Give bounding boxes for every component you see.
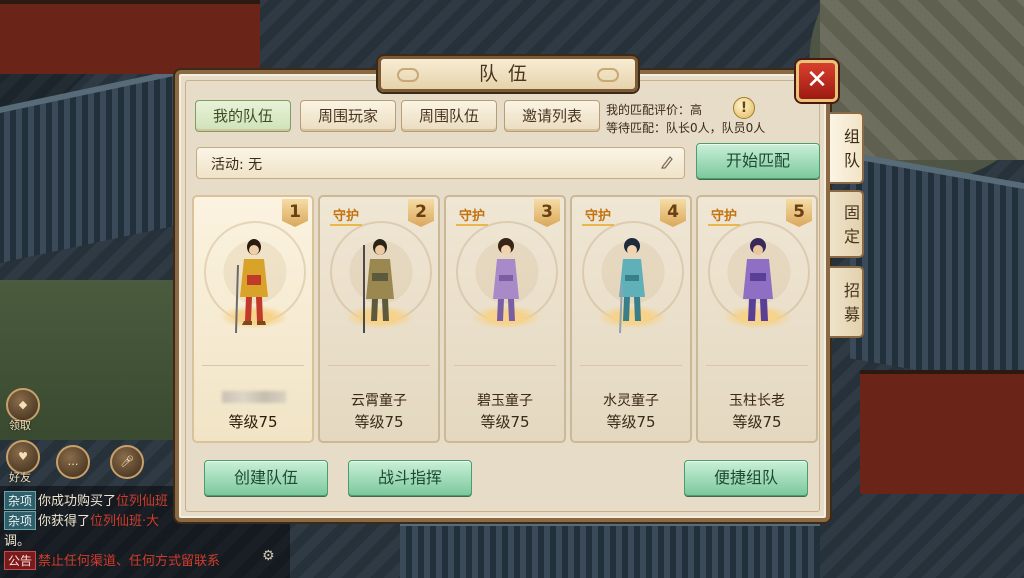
character-portrait bbox=[743, 238, 773, 321]
member-card-5[interactable]: 守护 5 玉柱长老 等级75 bbox=[696, 195, 818, 443]
tab-nearby-teams[interactable]: 周围队伍 bbox=[401, 100, 497, 132]
member-level: 等级75 bbox=[480, 413, 530, 431]
hidden-player-name bbox=[222, 391, 286, 403]
member-level: 等级75 bbox=[228, 413, 278, 431]
slot-number: 2 bbox=[408, 199, 434, 227]
member-level: 等级75 bbox=[354, 413, 404, 431]
create-team-button[interactable]: 创建队伍 bbox=[204, 460, 328, 496]
chat-notice-text: 禁止任何渠道、任何方式留联系 bbox=[38, 554, 221, 569]
quick-team-button[interactable]: 便捷组队 bbox=[684, 460, 808, 496]
chat-text: 调。 bbox=[4, 534, 31, 549]
chat-tag: 杂项 bbox=[4, 511, 37, 530]
slot-number: 3 bbox=[534, 199, 560, 227]
settings-gear-icon[interactable]: ⚙ bbox=[262, 548, 275, 564]
card-divider bbox=[580, 365, 682, 366]
character-portrait bbox=[363, 239, 394, 333]
pencil-icon[interactable] bbox=[660, 155, 674, 169]
chat-line: 杂项 你获得了位列仙班·大 bbox=[4, 510, 159, 530]
chat-item-link[interactable]: 位列仙班·大 bbox=[90, 514, 159, 529]
chat-tag-notice: 公告 bbox=[4, 551, 37, 570]
slot-number: 1 bbox=[282, 199, 308, 227]
start-match-button[interactable]: 开始匹配 bbox=[696, 143, 820, 179]
character-portrait bbox=[619, 238, 645, 334]
character-portrait bbox=[235, 239, 268, 334]
chat-tag: 杂项 bbox=[4, 491, 37, 510]
dialog-title-text: 队伍 bbox=[478, 63, 537, 85]
dialog-title: 队伍 bbox=[378, 56, 638, 92]
character-portrait bbox=[493, 238, 519, 321]
guardian-badge: 守护 bbox=[708, 205, 741, 226]
member-name: 玉柱长老 bbox=[729, 393, 785, 409]
chat-line: 公告 禁止任何渠道、任何方式留联系 bbox=[4, 550, 220, 570]
friend-label: 好友 bbox=[9, 471, 31, 484]
close-button[interactable]: ✕ bbox=[796, 60, 838, 102]
member-card-3[interactable]: 守护 3 碧玉童子 等级75 bbox=[444, 195, 566, 443]
chat-text: 你获得了 bbox=[38, 514, 91, 529]
slot-number: 4 bbox=[660, 199, 686, 227]
card-divider bbox=[328, 365, 430, 366]
card-divider bbox=[202, 365, 304, 366]
guardian-badge: 守护 bbox=[456, 205, 489, 226]
member-name: 碧玉童子 bbox=[477, 393, 533, 409]
tab-nearby-players[interactable]: 周围玩家 bbox=[300, 100, 396, 132]
card-divider bbox=[706, 365, 808, 366]
guardian-badge: 守护 bbox=[330, 205, 363, 226]
claim-label: 领取 bbox=[9, 419, 31, 432]
match-waiting: 等待匹配：队长0人，队员0人 bbox=[606, 121, 766, 135]
member-name: 云霄童子 bbox=[351, 393, 407, 409]
member-card-2[interactable]: 守护 2 云霄童子 等级75 bbox=[318, 195, 440, 443]
side-tab-fixed[interactable]: 固定 bbox=[830, 190, 864, 258]
roof-bottom bbox=[400, 520, 820, 578]
member-name: 水灵童子 bbox=[603, 393, 659, 409]
card-divider bbox=[454, 365, 556, 366]
chat-line: 调。 bbox=[4, 530, 30, 549]
guardian-badge: 守护 bbox=[582, 205, 615, 226]
building-right bbox=[860, 370, 1024, 494]
tab-invite-list[interactable]: 邀请列表 bbox=[504, 100, 600, 132]
activity-label: 活动: 无 bbox=[211, 157, 263, 173]
match-rating: 我的匹配评价：高 bbox=[606, 103, 703, 117]
roof-right bbox=[850, 152, 1024, 394]
chat-text: 你成功购买了 bbox=[38, 494, 117, 509]
chat-line: 杂项 你成功购买了位列仙班 bbox=[4, 490, 168, 510]
activity-field[interactable]: 活动: 无 bbox=[196, 147, 685, 179]
member-level: 等级75 bbox=[606, 413, 656, 431]
building-top-left bbox=[0, 0, 260, 74]
microphone-icon[interactable]: 🎤︎ bbox=[110, 445, 144, 479]
chat-bubble-icon[interactable]: … bbox=[56, 445, 90, 479]
side-tab-team[interactable]: 组队 bbox=[830, 112, 864, 184]
member-card-4[interactable]: 守护 4 水灵童子 等级75 bbox=[570, 195, 692, 443]
tab-my-team[interactable]: 我的队伍 bbox=[195, 100, 291, 132]
roof-left bbox=[0, 68, 180, 268]
member-level: 等级75 bbox=[732, 413, 782, 431]
slot-number: 5 bbox=[786, 199, 812, 227]
battle-command-button[interactable]: 战斗指挥 bbox=[348, 460, 472, 496]
cloud-ornament-icon bbox=[397, 68, 419, 82]
member-card-1[interactable]: 1 等级75 bbox=[192, 195, 314, 443]
warning-icon[interactable]: ! bbox=[733, 97, 755, 119]
side-tab-recruit[interactable]: 招募 bbox=[830, 266, 864, 338]
cloud-ornament-icon bbox=[597, 68, 619, 82]
chat-item-link[interactable]: 位列仙班 bbox=[116, 494, 168, 509]
